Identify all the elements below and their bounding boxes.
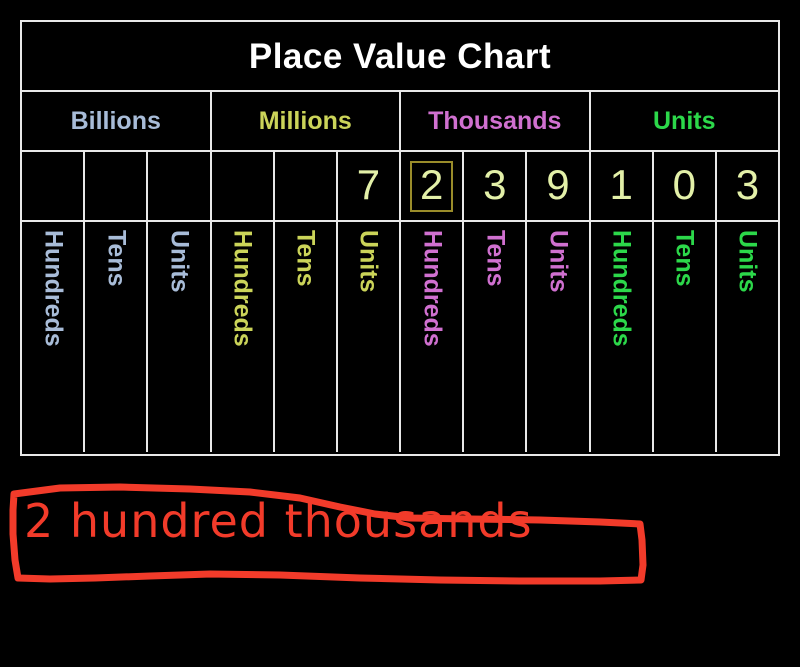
digit-cell-7[interactable]: 3 bbox=[464, 152, 528, 220]
place-label-billions-units: Units bbox=[165, 230, 194, 293]
digit-value-1 bbox=[106, 182, 126, 191]
page-title: Place Value Chart bbox=[248, 36, 552, 76]
place-cell-1: Tens bbox=[85, 222, 149, 452]
period-header-units: Units bbox=[591, 92, 779, 150]
period-header-thousands: Thousands bbox=[401, 92, 591, 150]
place-cell-2: Units bbox=[148, 222, 212, 452]
annotation-text: 2 hundred thousands bbox=[24, 494, 533, 548]
digit-cell-5[interactable]: 7 bbox=[338, 152, 402, 220]
place-cell-9: Hundreds bbox=[591, 222, 654, 452]
digit-value-2 bbox=[169, 182, 189, 191]
digit-row: 7 2 3 9 1 0 3 bbox=[22, 152, 778, 222]
place-value-chart-screen: Place Value Chart Billions Millions Thou… bbox=[0, 0, 800, 667]
place-cell-3: Hundreds bbox=[212, 222, 275, 452]
digit-cell-6[interactable]: 2 bbox=[401, 152, 465, 220]
period-label-millions: Millions bbox=[258, 106, 352, 135]
period-header-row: Billions Millions Thousands Units bbox=[22, 92, 778, 152]
period-header-billions: Billions bbox=[22, 92, 212, 150]
place-label-millions-tens: Tens bbox=[291, 230, 320, 287]
place-label-billions-hundreds: Hundreds bbox=[39, 230, 68, 347]
place-cell-10: Tens bbox=[654, 222, 717, 452]
period-header-millions: Millions bbox=[212, 92, 401, 150]
place-label-millions-units: Units bbox=[354, 230, 383, 293]
digit-value-9: 1 bbox=[609, 160, 633, 208]
place-cell-7: Tens bbox=[464, 222, 528, 452]
place-cell-8: Units bbox=[527, 222, 591, 452]
place-label-thousands-units: Units bbox=[544, 230, 573, 293]
digit-value-11: 3 bbox=[735, 160, 760, 208]
digit-cell-9[interactable]: 1 bbox=[591, 152, 654, 220]
period-label-thousands: Thousands bbox=[428, 106, 562, 135]
place-cell-4: Tens bbox=[275, 222, 338, 452]
place-cell-0: Hundreds bbox=[22, 222, 86, 452]
digit-value-8: 9 bbox=[546, 160, 570, 208]
place-cell-11: Units bbox=[717, 222, 778, 452]
period-label-units: Units bbox=[653, 106, 716, 135]
place-cell-6: Hundreds bbox=[401, 222, 465, 452]
digit-cell-10[interactable]: 0 bbox=[654, 152, 717, 220]
place-value-table: Place Value Chart Billions Millions Thou… bbox=[20, 20, 780, 456]
place-label-units-hundreds: Hundreds bbox=[607, 230, 636, 347]
place-label-units-tens: Tens bbox=[670, 230, 699, 287]
digit-value-5: 7 bbox=[356, 160, 381, 208]
place-label-thousands-tens: Tens bbox=[481, 230, 510, 287]
digit-cell-3[interactable] bbox=[212, 152, 275, 220]
digit-cell-0[interactable] bbox=[22, 152, 86, 220]
place-label-thousands-hundreds: Hundreds bbox=[418, 230, 447, 347]
place-label-millions-hundreds: Hundreds bbox=[228, 230, 257, 347]
digit-cell-2[interactable] bbox=[148, 152, 212, 220]
digit-cell-1[interactable] bbox=[85, 152, 149, 220]
period-label-billions: Billions bbox=[70, 106, 161, 135]
place-label-billions-tens: Tens bbox=[102, 230, 131, 287]
digit-cell-4[interactable] bbox=[275, 152, 338, 220]
digit-value-6-highlighted: 2 bbox=[409, 160, 454, 212]
digit-value-0 bbox=[43, 182, 63, 191]
place-cell-5: Units bbox=[338, 222, 402, 452]
place-label-units-units: Units bbox=[733, 230, 762, 293]
digit-value-7: 3 bbox=[483, 160, 507, 208]
digit-cell-8[interactable]: 9 bbox=[527, 152, 591, 220]
digit-value-10: 0 bbox=[672, 160, 696, 208]
chart-title-row: Place Value Chart bbox=[22, 22, 778, 92]
digit-value-3 bbox=[232, 182, 252, 191]
digit-value-4 bbox=[295, 182, 315, 191]
place-label-row: Hundreds Tens Units Hundreds Tens Units … bbox=[22, 222, 778, 452]
digit-cell-11[interactable]: 3 bbox=[717, 152, 778, 220]
